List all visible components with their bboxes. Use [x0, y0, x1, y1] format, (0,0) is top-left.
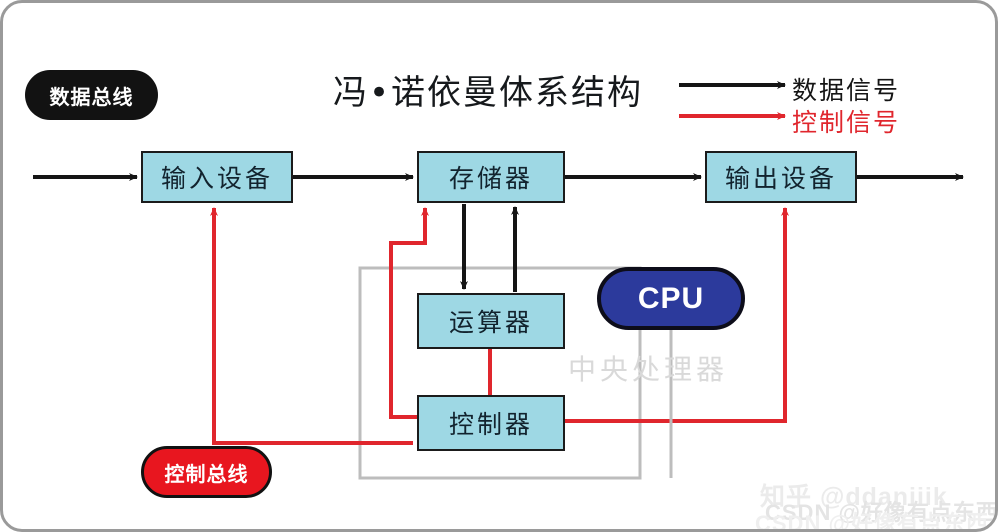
diagram-title: 冯•诺依曼体系结构 [333, 73, 644, 113]
legend-label-control-signal: 控制信号 [792, 108, 901, 137]
data-bus-badge: 数据总线 [25, 70, 158, 120]
control-path-to-input [210, 207, 413, 445]
node-input-device: 输入设备 [141, 151, 293, 203]
cpu-boundary-watermark: 中央处理器 [568, 353, 729, 386]
node-alu: 运算器 [417, 293, 565, 349]
node-memory: 存储器 [417, 151, 565, 203]
control-bus-badge: 控制总线 [141, 446, 272, 498]
legend-label-data-signal: 数据信号 [792, 76, 901, 105]
cpu-badge: CPU [597, 267, 745, 330]
node-output-device: 输出设备 [705, 151, 857, 203]
csdn-watermark-secondary: CSDN @好像有点东西 [755, 511, 989, 532]
node-controller: 控制器 [417, 395, 565, 451]
diagram-canvas: 冯•诺依曼体系结构 数据信号 控制信号 数据总线 控制总线 CPU 输入设备 存… [0, 0, 998, 532]
